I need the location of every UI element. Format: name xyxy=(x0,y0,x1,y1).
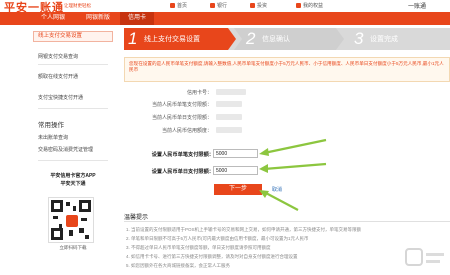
tip-item: 2. 单笔和单日限额不可高于5万人民币(可内最大额度由信用卡额度，最小可设置为1… xyxy=(126,236,309,241)
qr-module xyxy=(79,228,84,233)
main-navbar: 个人网银 网银新版 信用卡 xyxy=(0,12,450,25)
annotation-arrow xyxy=(259,190,299,211)
watermark-mark xyxy=(426,253,444,256)
qr-download-note: 立即扫码下载 xyxy=(59,245,87,250)
step-1-label: 线上支付交易设置 xyxy=(144,36,200,43)
credit-limit-label: 当前人民币信用额度： xyxy=(161,128,212,134)
bank-icon xyxy=(210,3,215,8)
brand-right: 一账通 xyxy=(407,4,426,10)
slogan: 让理财更轻松 xyxy=(64,3,91,8)
card-number-value xyxy=(216,89,246,95)
app-logo-icon xyxy=(66,215,78,227)
top-bar: 平安一账通 让理财更轻松 首页 银行 投资 我的权益 一账通 xyxy=(0,0,450,14)
qr-finder xyxy=(51,200,63,212)
nav-invest-label[interactable]: 投资 xyxy=(257,3,267,9)
single-limit-label: 设置人民币单笔支付限额： xyxy=(151,152,214,158)
nav-home-label[interactable]: 首页 xyxy=(177,3,187,9)
step-2-label: 信息确认 xyxy=(262,36,290,43)
nav-invest[interactable]: 投资 xyxy=(250,2,267,9)
step-2: 2 信息确认 xyxy=(234,28,344,50)
step-indicator: 1 线上支付交易设置 2 信息确认 3 设置完成 xyxy=(124,28,450,50)
watermark-logo xyxy=(405,248,444,266)
nav-bank[interactable]: 银行 xyxy=(210,2,227,9)
nav-bank-label[interactable]: 银行 xyxy=(217,3,227,9)
sidebar-divider xyxy=(38,160,108,161)
arrow-head xyxy=(259,148,269,156)
watermark-mark xyxy=(405,248,423,266)
daily-limit-input[interactable] xyxy=(213,166,258,175)
step-1: 1 线上支付交易设置 xyxy=(124,28,236,50)
step-3-number: 3 xyxy=(354,29,364,48)
annotation-arrow xyxy=(259,162,327,173)
sidebar-section-title: 常用操作 xyxy=(38,122,64,129)
tab-credit-card[interactable]: 信用卡 xyxy=(120,12,154,25)
sidebar-item-payment-query[interactable]: 网银支付交易查询 xyxy=(38,53,78,60)
arrow-shaft xyxy=(263,191,299,211)
sidebar-op-unbilled-query[interactable]: 未出账单查询 xyxy=(38,134,68,141)
tab-new-banking[interactable]: 网银新版 xyxy=(78,12,118,25)
qr-module xyxy=(53,216,58,219)
qr-finder xyxy=(79,200,91,212)
notice-box: 您现在设置的是人民币单笔支付额度,请输入整数值,人民币单笔支付额度小于5万元人民… xyxy=(124,57,450,82)
tip-item: 1. 当前设置的支付限额适用于POS机上手输卡号的交易和网上交易，如何申请开通，… xyxy=(126,227,362,232)
invest-icon xyxy=(250,3,255,8)
annotation-arrow xyxy=(259,138,327,156)
sidebar-item-alipay-quickpay[interactable]: 支付宝快捷支付开通 xyxy=(38,94,83,101)
tips-title: 温馨提示 xyxy=(124,215,149,221)
app-promo-subtitle: 平安天下通 xyxy=(60,181,86,187)
qr-module xyxy=(59,224,62,228)
benefit-icon xyxy=(296,3,301,8)
tab-personal-banking[interactable]: 个人网银 xyxy=(33,12,73,25)
watermark-mark xyxy=(426,260,440,263)
qr-module xyxy=(73,206,76,211)
app-promo-title: 平安信用卡官方APP xyxy=(50,173,96,179)
qr-module xyxy=(81,218,87,221)
qr-module xyxy=(66,202,70,206)
nav-benefit-label[interactable]: 我的权益 xyxy=(303,3,323,9)
current-daily-limit-value xyxy=(216,114,242,120)
credit-limit-value xyxy=(216,127,242,133)
current-single-limit-label: 当前人民币单笔支付限额： xyxy=(151,102,212,108)
step-3: 3 设置完成 xyxy=(342,28,450,50)
arrow-shaft xyxy=(263,138,327,155)
qr-finder xyxy=(51,228,63,240)
sidebar-item-online-payment-open[interactable]: 额取在线支付开通 xyxy=(38,73,78,80)
tip-item: 5. 如您因额外在各大商城链接备案，会正常人工服务 xyxy=(126,263,231,268)
step-2-number: 2 xyxy=(246,29,256,48)
nav-benefit[interactable]: 我的权益 xyxy=(296,2,323,9)
sidebar-item-online-payment-settings[interactable]: 线上支付交易设置 xyxy=(33,31,113,42)
single-limit-input[interactable] xyxy=(213,149,258,158)
current-daily-limit-label: 当前人民币单日支付限额： xyxy=(151,115,212,121)
card-number-label: 信用卡号： xyxy=(186,90,212,96)
tips-divider xyxy=(124,221,450,222)
qr-module xyxy=(69,230,73,236)
app-root: 平安一账通 让理财更轻松 首页 银行 投资 我的权益 一账通 个人网银 网银新版… xyxy=(0,0,450,275)
qr-code xyxy=(48,197,94,243)
sidebar-divider xyxy=(38,108,108,109)
tip-item: 3. 不得超过单日人民币单笔支付额度等额，单日支付额度请参照可用额度 xyxy=(126,245,271,250)
tip-item: 4. 如信用卡卡号、进行第三方快捷支付限额调整，请及时对自身支付额度进行合理设置 xyxy=(126,254,298,259)
step-3-label: 设置完成 xyxy=(370,36,398,43)
sidebar: 线上支付交易设置 网银支付交易查询 额取在线支付开通 支付宝快捷支付开通 常用操… xyxy=(33,27,113,275)
current-single-limit-value xyxy=(216,101,242,107)
sidebar-divider xyxy=(38,64,108,65)
arrow-shaft xyxy=(263,162,327,171)
nav-home[interactable]: 首页 xyxy=(170,2,187,9)
home-icon xyxy=(170,3,175,8)
qr-module xyxy=(85,235,89,239)
step-1-number: 1 xyxy=(128,29,138,48)
next-step-button[interactable]: 下一步 xyxy=(214,184,262,195)
sidebar-op-password-management[interactable]: 交易密码及消费凭证管理 xyxy=(38,146,93,153)
daily-limit-label: 设置人民币单日支付限额： xyxy=(151,169,214,175)
arrow-head xyxy=(259,164,268,173)
